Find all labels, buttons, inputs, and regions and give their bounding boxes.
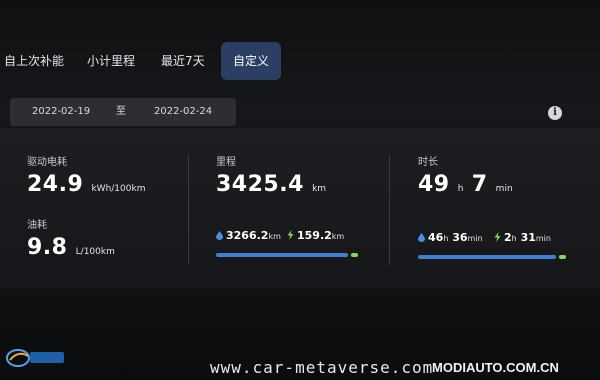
fuel-consumption-unit: L/100km <box>75 247 115 257</box>
watermark-url: www.car-metaverse.com <box>210 358 434 377</box>
watermark-site: MODIAUTO.COM.CN <box>432 360 559 375</box>
duration-electric-breakdown: 2h 31min <box>494 231 551 244</box>
lightning-bolt-icon <box>287 230 294 240</box>
energy-consumption-number: 24.9 <box>27 172 84 197</box>
energy-consumption-label: 驱动电耗 <box>27 157 67 168</box>
duration-electric-minutes: 31 <box>520 231 536 244</box>
duration-fuel-minutes-unit: min <box>467 234 483 243</box>
period-tab-bar: 自上次补能 小计里程 最近7天 自定义 <box>0 42 600 80</box>
column-divider <box>188 155 189 265</box>
date-separator: 至 <box>116 106 126 117</box>
energy-consumption-unit: kWh/100km <box>91 184 146 194</box>
fuel-consumption-label: 油耗 <box>27 220 47 231</box>
end-date[interactable]: 2022-02-24 <box>154 98 212 126</box>
mileage-number: 3425.4 <box>216 172 304 197</box>
tab-custom[interactable]: 自定义 <box>221 42 281 80</box>
duration-hours-unit: h <box>457 184 464 194</box>
energy-consumption-value: 24.9 kWh/100km <box>27 172 145 197</box>
start-date[interactable]: 2022-02-19 <box>32 98 90 126</box>
mileage-electric-breakdown: 159.2km <box>287 229 344 242</box>
duration-fuel-share-bar <box>418 255 556 259</box>
duration-value: 49 h 7 min <box>418 172 513 197</box>
fuel-consumption-value: 9.8 L/100km <box>27 235 115 260</box>
fuel-consumption-number: 9.8 <box>27 235 68 260</box>
mileage-unit: km <box>312 184 327 194</box>
watermark-logo <box>6 349 64 367</box>
tab-last-7-days[interactable]: 最近7天 <box>161 42 205 80</box>
duration-label: 时长 <box>418 157 438 168</box>
duration-electric-hours: 2 <box>504 231 512 244</box>
tab-trip-mileage[interactable]: 小计里程 <box>87 42 135 80</box>
water-drop-icon <box>216 231 223 240</box>
mileage-fuel-number: 3266.2 <box>226 229 269 242</box>
mileage-fuel-share-bar <box>216 253 348 257</box>
date-range-selector[interactable]: 2022-02-19 至 2022-02-24 <box>10 98 236 126</box>
duration-hours: 49 <box>418 172 450 197</box>
column-divider <box>389 155 390 265</box>
mileage-fuel-breakdown: 3266.2km <box>216 229 281 242</box>
mileage-electric-unit: km <box>331 232 345 241</box>
info-icon[interactable]: i <box>548 106 562 120</box>
mileage-electric-number: 159.2 <box>297 229 332 242</box>
duration-minutes: 7 <box>471 172 488 197</box>
statistics-panel <box>0 128 600 288</box>
tab-since-last-charge[interactable]: 自上次补能 <box>4 42 64 80</box>
duration-electric-minutes-unit: min <box>535 234 551 243</box>
mileage-electric-share-bar <box>351 253 358 257</box>
duration-fuel-minutes: 36 <box>452 231 468 244</box>
trip-computer-screen: 自上次补能 小计里程 最近7天 自定义 2022-02-19 至 2022-02… <box>0 0 600 380</box>
mileage-fuel-unit: km <box>268 232 281 241</box>
lightning-bolt-icon <box>494 232 501 242</box>
duration-electric-share-bar <box>559 255 566 259</box>
duration-electric-hours-unit: h <box>511 234 517 243</box>
mileage-label: 里程 <box>216 157 236 168</box>
mileage-value: 3425.4 km <box>216 172 326 197</box>
duration-fuel-hours: 46 <box>428 231 444 244</box>
duration-fuel-breakdown: 46h 36min <box>418 231 483 244</box>
water-drop-icon <box>418 233 425 242</box>
duration-fuel-hours-unit: h <box>443 234 449 243</box>
duration-minutes-unit: min <box>495 184 513 194</box>
